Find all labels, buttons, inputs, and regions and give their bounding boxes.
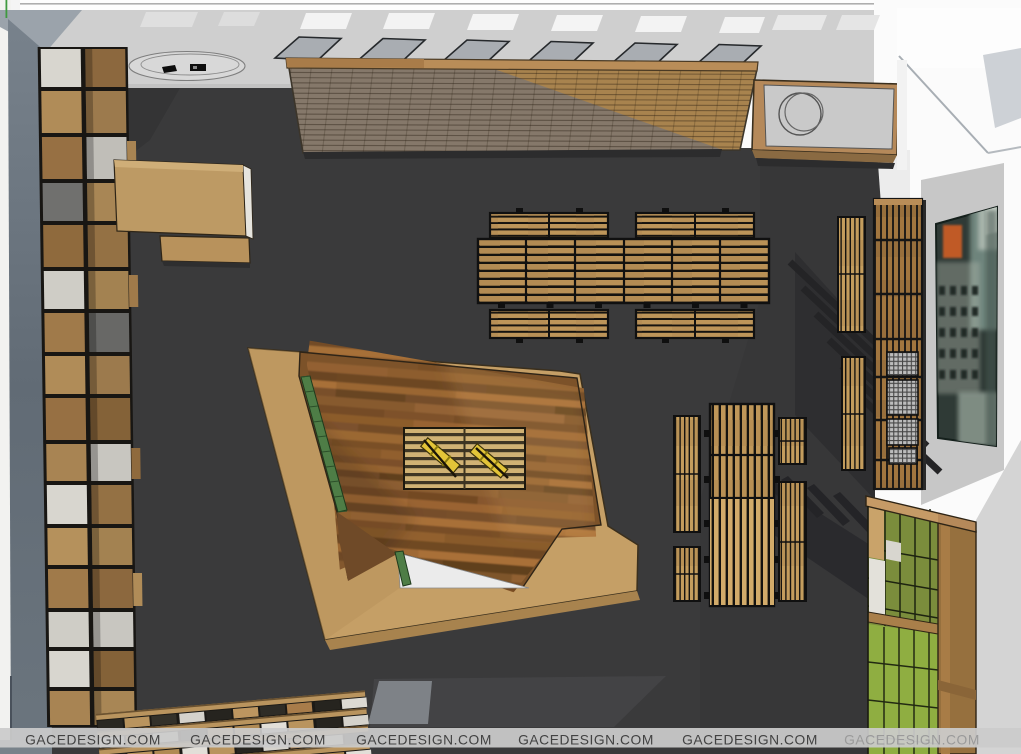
svg-text:GACEDESIGN.COM: GACEDESIGN.COM [190,733,326,748]
svg-text:GACEDESIGN.COM: GACEDESIGN.COM [682,733,818,748]
svg-text:GACEDESIGN.COM: GACEDESIGN.COM [25,733,161,748]
svg-text:GACEDESIGN.COM: GACEDESIGN.COM [356,733,492,748]
svg-text:GACEDESIGN.COM: GACEDESIGN.COM [844,733,980,748]
svg-text:GACEDESIGN.COM: GACEDESIGN.COM [518,733,654,748]
